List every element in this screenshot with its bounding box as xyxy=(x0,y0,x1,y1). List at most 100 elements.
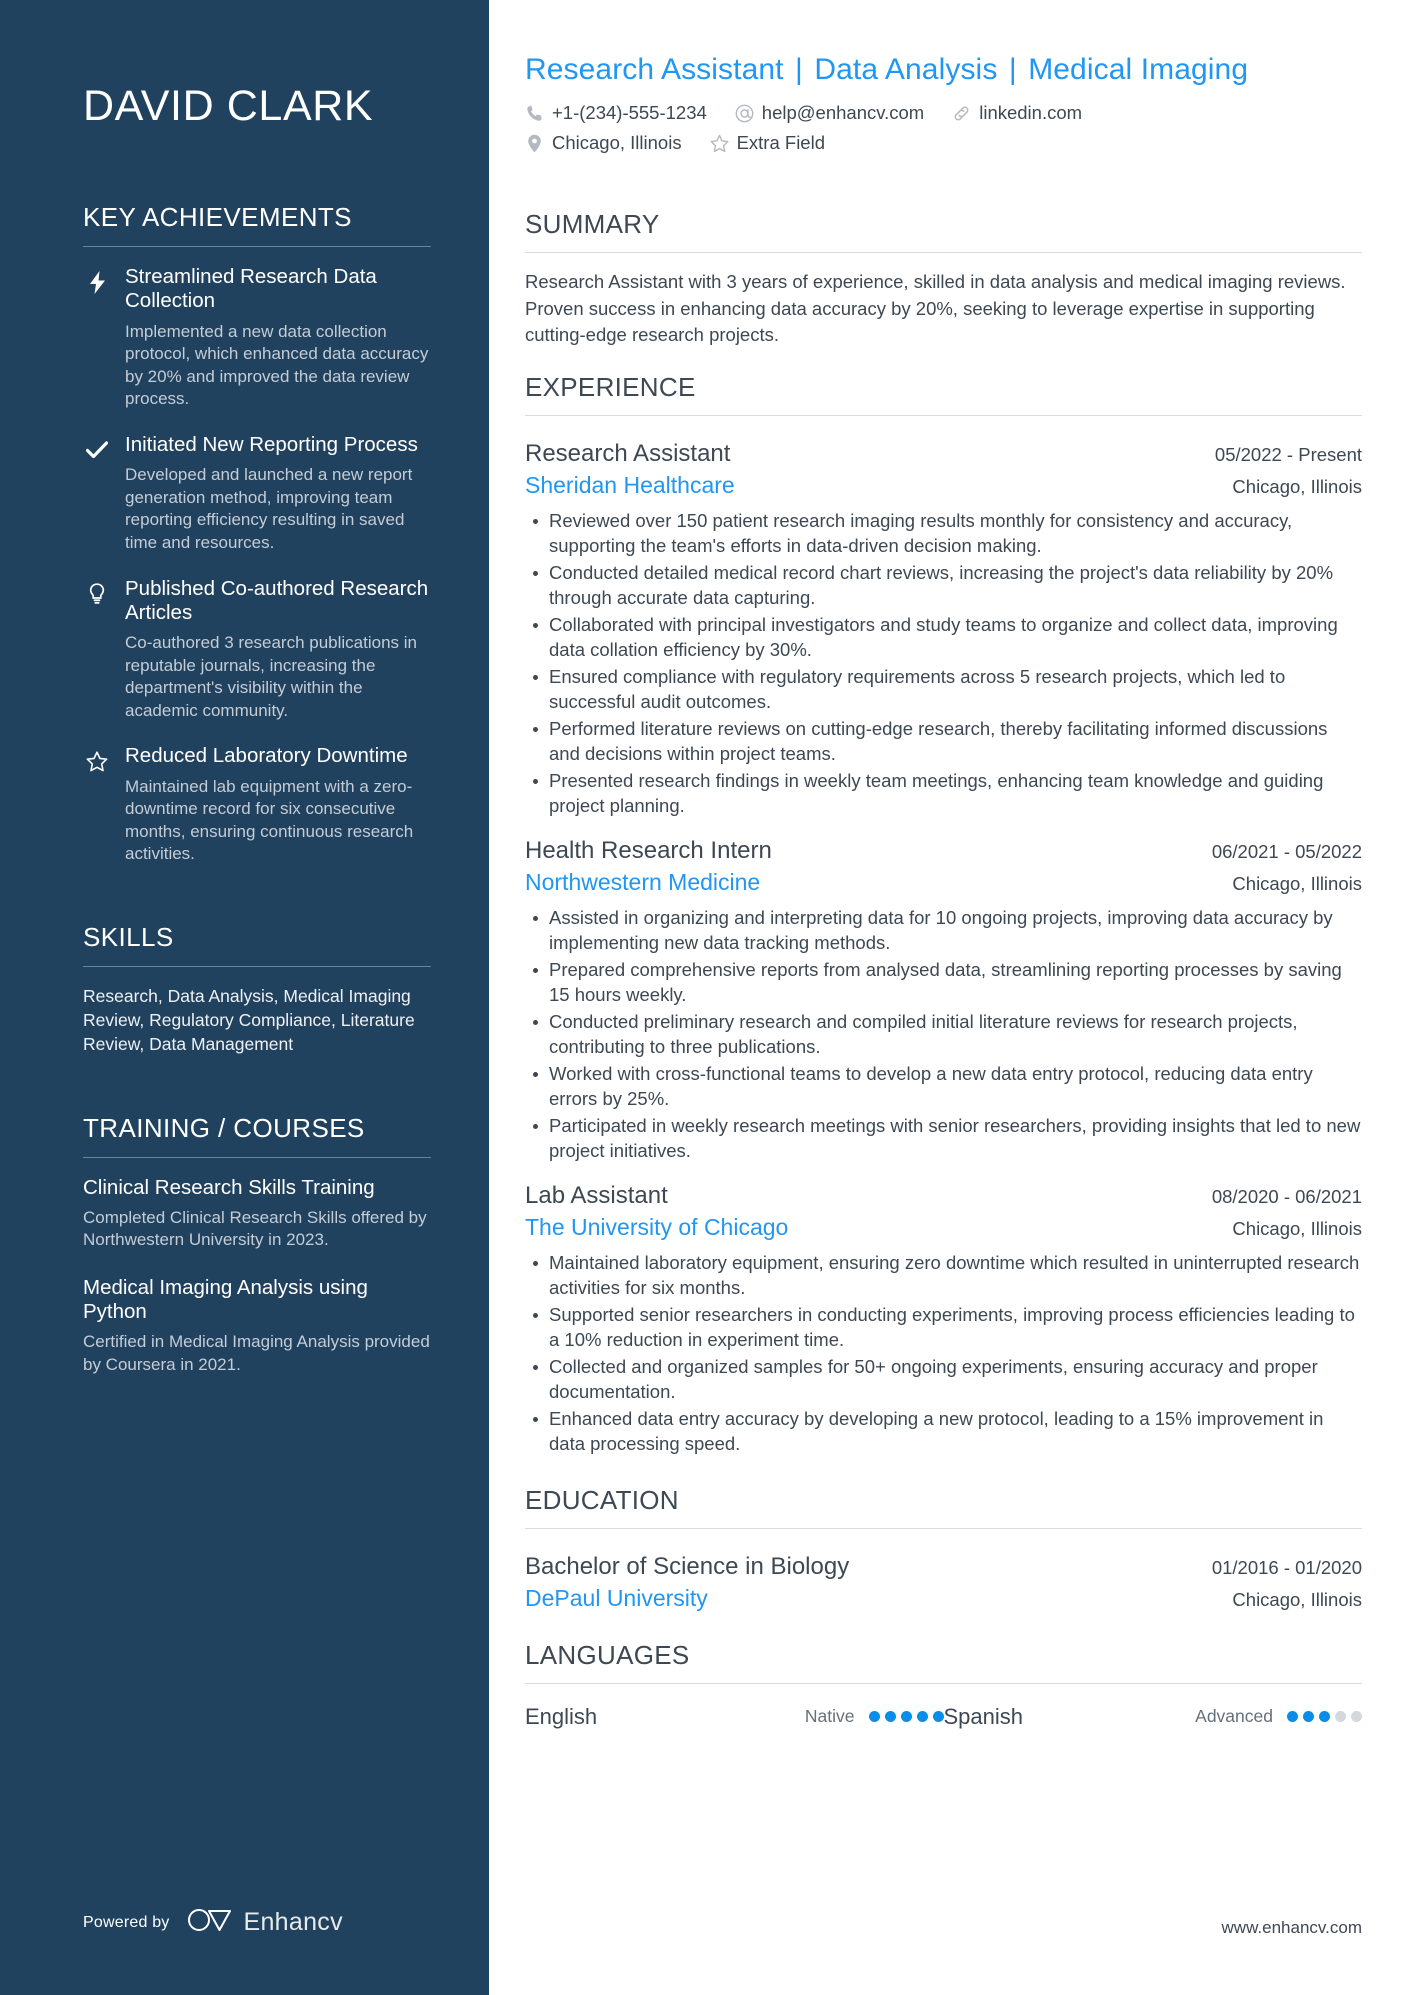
entry-location: Chicago, Illinois xyxy=(1232,1588,1362,1610)
education-section: EDUCATION Bachelor of Science in Biology… xyxy=(525,1467,1362,1614)
entry-bullet: Supported senior researchers in conducti… xyxy=(525,1303,1362,1353)
lightbulb-icon xyxy=(83,577,111,607)
entry-date-range: 06/2021 - 05/2022 xyxy=(1211,840,1362,862)
achievement-title: Streamlined Research Data Collection xyxy=(125,265,377,313)
entry-bullet: Performed literature reviews on cutting-… xyxy=(525,717,1362,767)
language-proficiency-dots xyxy=(868,1711,944,1723)
candidate-name: DAVID CLARK xyxy=(83,82,374,130)
entry-bullet-list: Maintained laboratory equipment, ensurin… xyxy=(525,1251,1362,1457)
enhancv-logo-icon xyxy=(187,1907,233,1938)
course-title: Medical Imaging Analysis using Python xyxy=(83,1275,368,1324)
key-achievements-section: KEY ACHIEVEMENTS Streamlined Research Da… xyxy=(83,202,431,866)
contact-item[interactable]: Extra Field xyxy=(710,131,825,155)
achievement-item: Initiated New Reporting Process Developed… xyxy=(83,433,431,555)
languages-section: LANGUAGES English Native Spanish Advanced xyxy=(525,1622,1362,1730)
dot-filled xyxy=(932,1711,944,1723)
headline-part: Research Assistant xyxy=(525,53,784,86)
language-name: English xyxy=(525,1703,598,1729)
entry-title-row: Research Assistant 05/2022 - Present xyxy=(525,438,1362,469)
entry-location: Chicago, Illinois xyxy=(1232,1217,1362,1239)
entry-date-range: 05/2022 - Present xyxy=(1214,444,1362,466)
headline-separator: | xyxy=(786,53,812,86)
lightning-bolt-icon xyxy=(83,265,111,295)
achievements-list: Streamlined Research Data Collection Impl… xyxy=(83,265,431,866)
summary-text: Research Assistant with 3 years of exper… xyxy=(525,271,1346,346)
map-pin-icon xyxy=(525,134,544,153)
entry-date-range: 08/2020 - 06/2021 xyxy=(1211,1185,1362,1207)
entry-organization-link[interactable]: DePaul University xyxy=(525,1584,708,1614)
entry-organization-link[interactable]: Sheridan Healthcare xyxy=(525,471,735,501)
section-divider xyxy=(525,1682,1362,1684)
dot-filled xyxy=(884,1711,896,1723)
achievement-description: Developed and launched a new report gene… xyxy=(125,465,413,552)
achievement-description: Co-authored 3 research publications in r… xyxy=(125,632,418,720)
summary-heading: SUMMARY xyxy=(525,209,660,240)
entry-title-row: Bachelor of Science in Biology 01/2016 - … xyxy=(525,1551,1362,1582)
entry-title-row: Lab Assistant 08/2020 - 06/2021 xyxy=(525,1180,1362,1211)
contact-item[interactable]: Chicago, Illinois xyxy=(525,131,682,155)
powered-by-label: Powered by xyxy=(83,1913,170,1931)
training-courses-section: TRAINING / COURSES Clinical Research Ski… xyxy=(83,1113,431,1376)
at-sign-icon xyxy=(735,104,754,123)
check-mark-icon xyxy=(83,433,111,463)
experience-entry: Health Research Intern 06/2021 - 05/2022 N… xyxy=(525,829,1362,1164)
entry-org-row: The University of Chicago Chicago, Illino… xyxy=(525,1213,1362,1243)
course-item: Medical Imaging Analysis using Python Cer… xyxy=(83,1276,431,1376)
entry-organization-link[interactable]: Northwestern Medicine xyxy=(525,868,760,898)
language-name: Spanish xyxy=(943,1703,1024,1729)
skills-text: Research, Data Analysis, Medical Imaging… xyxy=(83,986,415,1054)
entry-date-range: 01/2016 - 01/2020 xyxy=(1211,1556,1362,1578)
dot-filled xyxy=(868,1711,880,1723)
resume-page: DAVID CLARK KEY ACHIEVEMENTS Streamlined… xyxy=(0,0,1410,1995)
education-heading: EDUCATION xyxy=(525,1484,679,1515)
experience-entry: Research Assistant 05/2022 - Present Sheri… xyxy=(525,432,1362,819)
entry-title: Bachelor of Science in Biology xyxy=(525,1552,850,1580)
section-divider xyxy=(525,1527,1362,1529)
headline-separator: | xyxy=(1000,53,1026,86)
entry-org-row: Northwestern Medicine Chicago, Illinois xyxy=(525,868,1362,898)
experience-list: Research Assistant 05/2022 - Present Sheri… xyxy=(525,432,1362,1456)
contact-item[interactable]: +1-(234)-555-1234 xyxy=(525,101,707,125)
main-column: Research Assistant | Data Analysis | Med… xyxy=(489,0,1410,1995)
entry-title: Health Research Intern xyxy=(525,836,772,864)
skills-heading: SKILLS xyxy=(83,922,174,953)
dot-filled xyxy=(900,1711,912,1723)
entry-bullet: Assisted in organizing and interpreting … xyxy=(525,906,1362,956)
experience-section: EXPERIENCE Research Assistant 05/2022 - P… xyxy=(525,354,1362,1456)
course-description: Certified in Medical Imaging Analysis pr… xyxy=(83,1331,430,1374)
entry-bullet: Worked with cross-functional teams to de… xyxy=(525,1062,1362,1112)
achievement-body: Reduced Laboratory Downtime Maintained la… xyxy=(125,744,431,866)
contact-item[interactable]: linkedin.com xyxy=(952,101,1082,125)
powered-by-enhancv: Powered by Enhancv xyxy=(83,1907,343,1938)
education-list: Bachelor of Science in Biology 01/2016 - … xyxy=(525,1545,1362,1614)
dot-filled xyxy=(1303,1711,1314,1723)
experience-heading: EXPERIENCE xyxy=(525,372,696,403)
link-icon xyxy=(952,104,971,123)
language-level: Native xyxy=(804,1706,855,1727)
language-item: English Native xyxy=(525,1704,944,1730)
headline-part: Medical Imaging xyxy=(1028,53,1249,86)
achievement-description: Implemented a new data collection protoc… xyxy=(125,321,429,409)
language-level: Advanced xyxy=(1195,1706,1273,1727)
contact-text: +1-(234)-555-1234 xyxy=(552,102,707,124)
achievement-item: Streamlined Research Data Collection Impl… xyxy=(83,265,431,411)
entry-bullet: Collaborated with principal investigator… xyxy=(525,613,1362,663)
entry-organization-link[interactable]: The University of Chicago xyxy=(525,1213,788,1243)
contact-item[interactable]: help@enhancv.com xyxy=(735,101,924,125)
entry-bullet: Reviewed over 150 patient research imagi… xyxy=(525,509,1362,559)
section-divider xyxy=(83,1156,431,1158)
entry-bullet: Prepared comprehensive reports from anal… xyxy=(525,958,1362,1008)
courses-list: Clinical Research Skills Training Complet… xyxy=(83,1176,431,1376)
headline-part: Data Analysis xyxy=(814,53,998,86)
education-entry: Bachelor of Science in Biology 01/2016 - … xyxy=(525,1545,1362,1614)
achievement-description: Maintained lab equipment with a zero-dow… xyxy=(125,776,414,864)
achievement-title: Published Co-authored Research Articles xyxy=(125,576,429,624)
entry-bullet: Ensured compliance with regulatory requi… xyxy=(525,665,1362,715)
contact-text: linkedin.com xyxy=(979,102,1083,124)
contact-text: Chicago, Illinois xyxy=(552,132,682,154)
entry-bullet: Enhanced data entry accuracy by developi… xyxy=(525,1407,1362,1457)
section-divider xyxy=(83,966,431,968)
entry-bullet: Maintained laboratory equipment, ensurin… xyxy=(525,1251,1362,1301)
entry-location: Chicago, Illinois xyxy=(1232,873,1362,895)
dot-empty xyxy=(1335,1711,1346,1723)
